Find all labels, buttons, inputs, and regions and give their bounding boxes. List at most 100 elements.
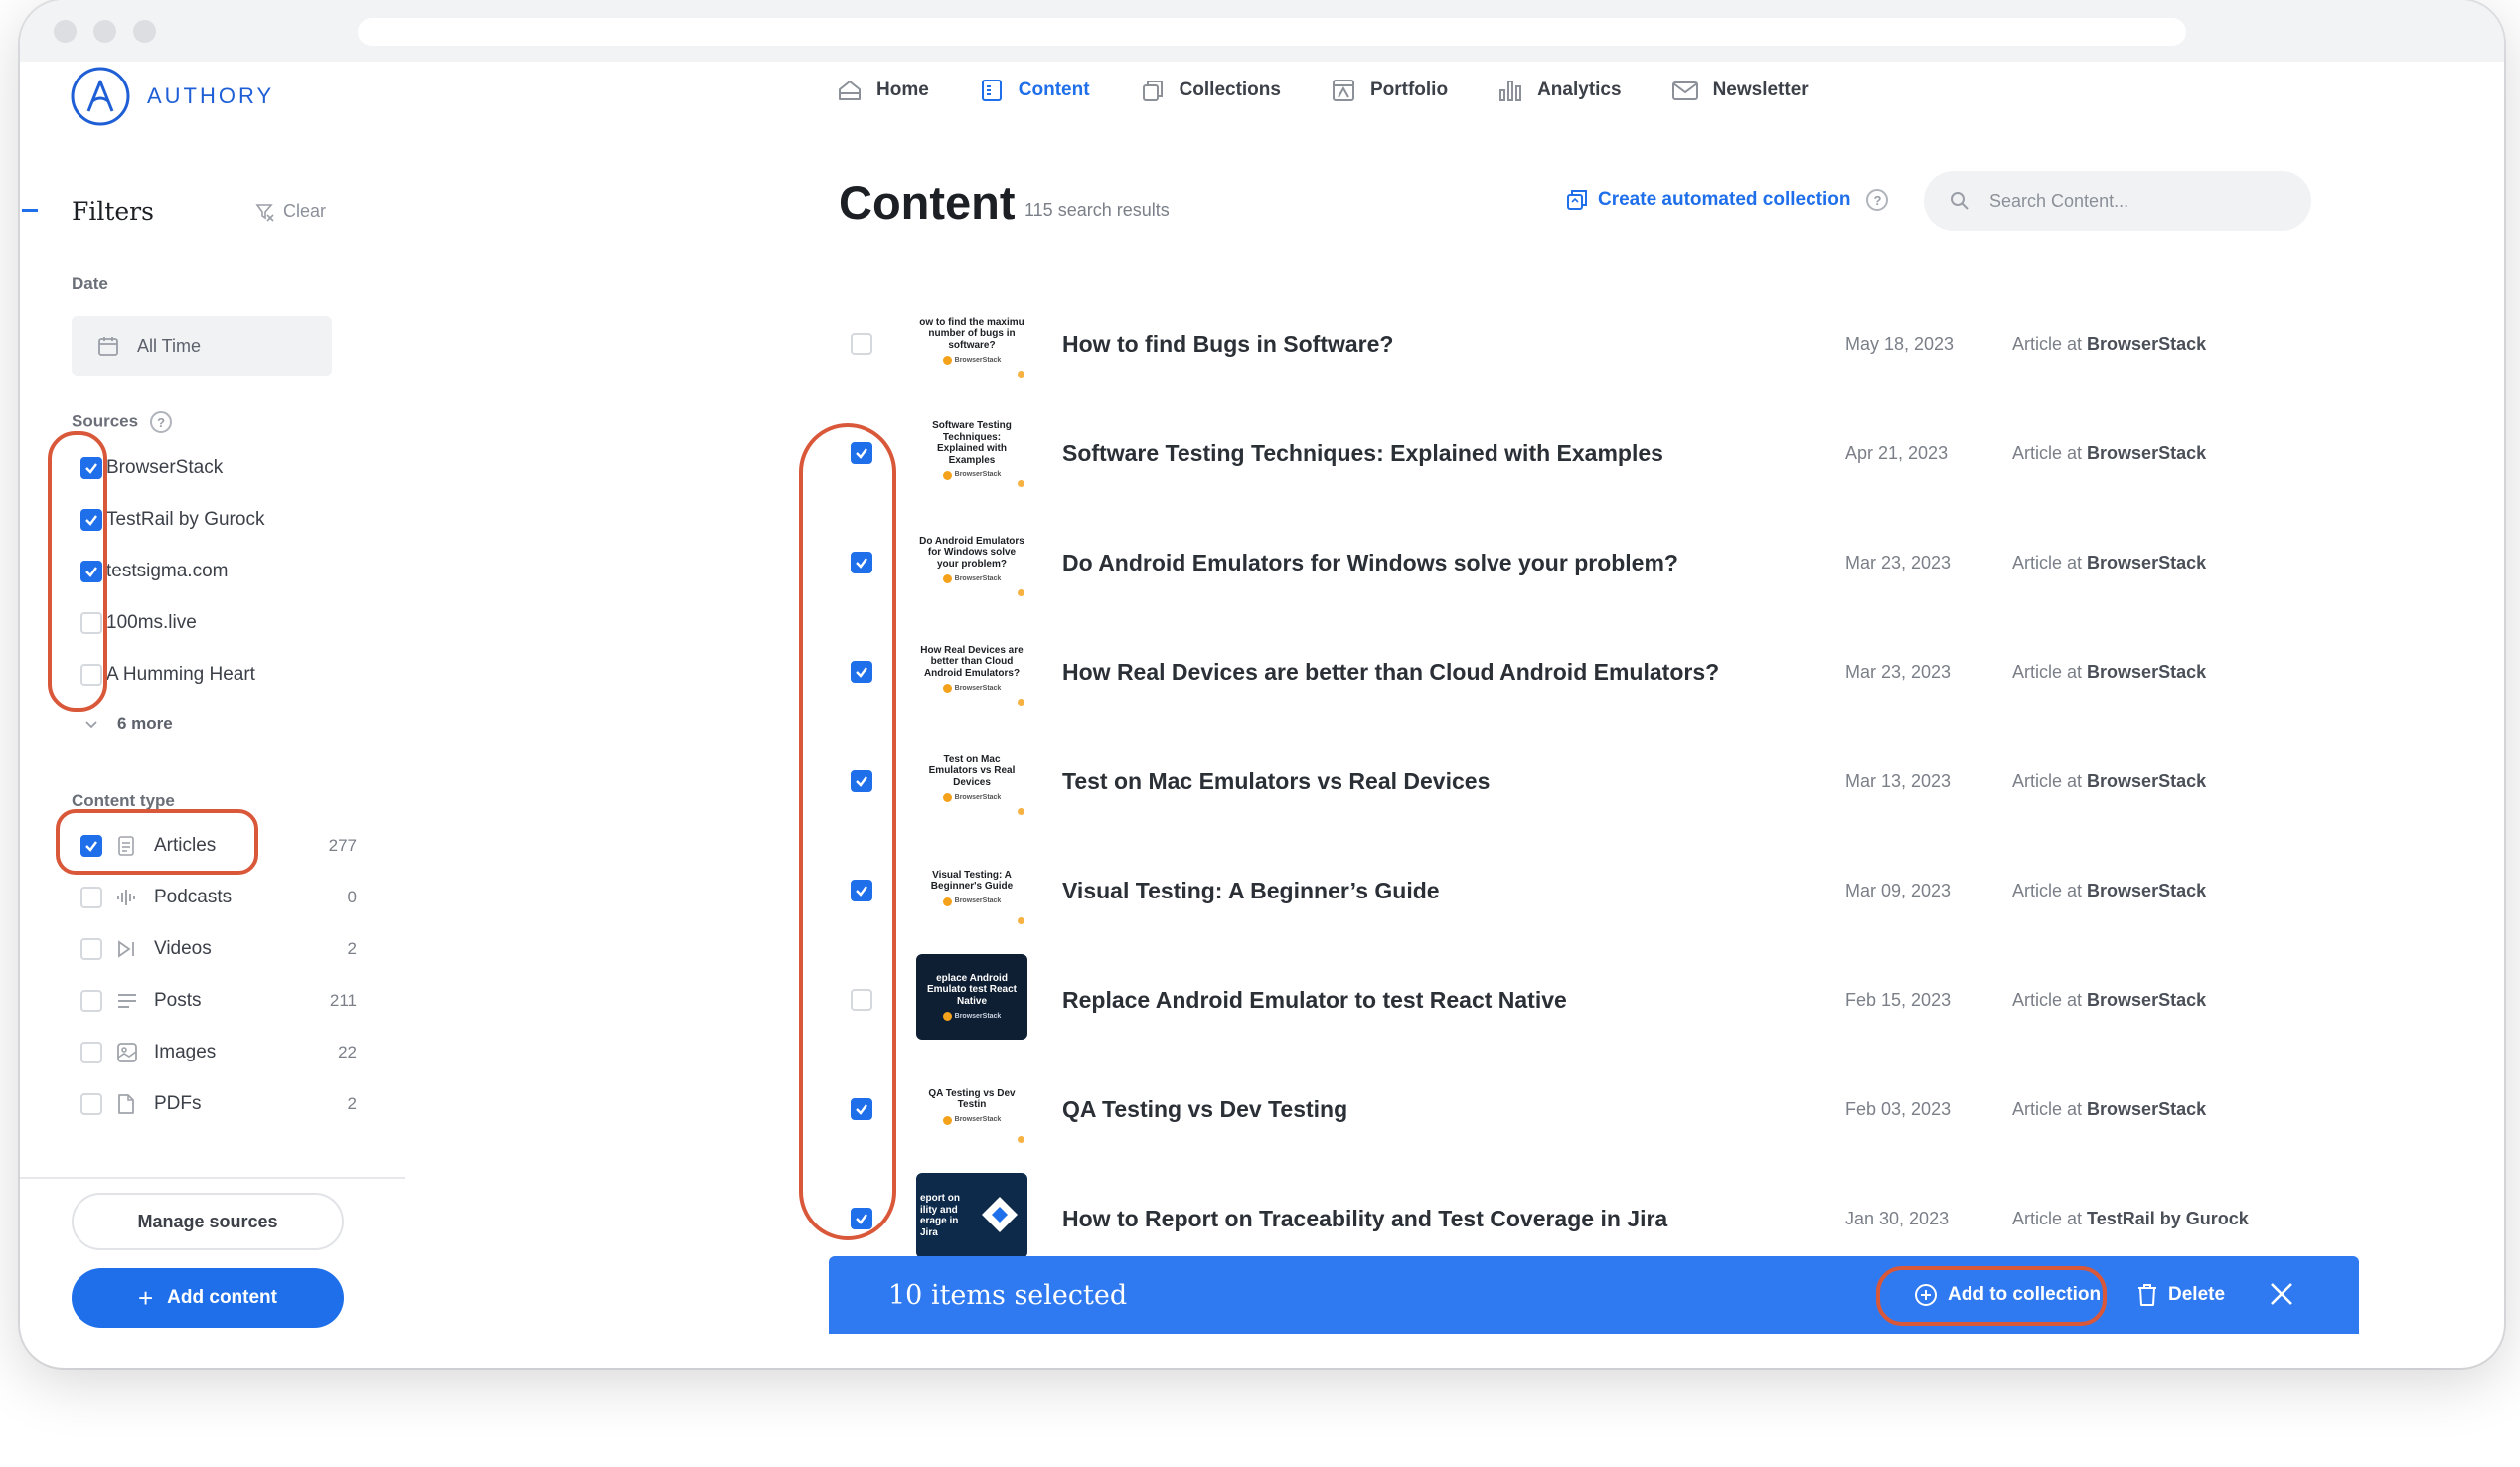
article-title[interactable]: Visual Testing: A Beginner’s Guide	[1062, 878, 1440, 904]
article-thumbnail[interactable]: How Real Devices are better than Cloud A…	[916, 626, 1027, 712]
content-type-pdfs[interactable]: PDFs 2	[80, 1093, 357, 1115]
source-option-100ms[interactable]: 100ms.live	[80, 612, 197, 634]
article-type-prefix: Article at	[2012, 442, 2083, 463]
add-content-button[interactable]: + Add content	[72, 1268, 344, 1328]
article-date: Mar 09, 2023	[1845, 880, 1952, 900]
sidebar-collapse-marker[interactable]	[22, 209, 38, 212]
article-thumbnail[interactable]: eport on ility and erage in Jira	[916, 1173, 1027, 1258]
content-type-videos[interactable]: Videos 2	[80, 938, 357, 960]
article-thumbnail[interactable]: Test on Mac Emulators vs Real Devices Bro…	[916, 735, 1027, 821]
content-type-checkbox[interactable]	[80, 887, 102, 908]
article-title[interactable]: Software Testing Techniques: Explained w…	[1062, 440, 1663, 467]
row-checkbox[interactable]	[851, 770, 872, 792]
row-checkbox[interactable]	[851, 989, 872, 1011]
content-type-podcasts[interactable]: Podcasts 0	[80, 887, 357, 908]
source-checkbox[interactable]	[80, 509, 102, 531]
content-row[interactable]: Software Testing Techniques: Explained w…	[851, 406, 2341, 501]
window-close-dot[interactable]	[54, 20, 77, 43]
row-checkbox[interactable]	[851, 661, 872, 683]
content-type-count: 0	[347, 888, 357, 906]
address-bar[interactable]	[358, 18, 2186, 46]
article-thumbnail[interactable]: Software Testing Techniques: Explained w…	[916, 408, 1027, 493]
content-row[interactable]: How Real Devices are better than Cloud A…	[851, 624, 2341, 720]
content-type-checkbox[interactable]	[80, 990, 102, 1012]
content-row[interactable]: ow to find the maximu number of bugs in …	[851, 296, 2341, 392]
article-thumbnail[interactable]: Visual Testing: A Beginner's Guide Browse…	[916, 845, 1027, 930]
article-title[interactable]: How to find Bugs in Software?	[1062, 331, 1393, 358]
article-title[interactable]: QA Testing vs Dev Testing	[1062, 1096, 1347, 1123]
row-checkbox[interactable]	[851, 880, 872, 901]
article-date: Mar 23, 2023	[1845, 552, 1952, 572]
article-title[interactable]: How to Report on Traceability and Test C…	[1062, 1206, 1667, 1232]
thumbnail-brand: BrowserStack	[943, 1116, 1002, 1125]
clear-filters-button[interactable]: Clear	[255, 201, 326, 222]
source-option-testsigma[interactable]: testsigma.com	[80, 561, 228, 582]
row-checkbox[interactable]	[851, 442, 872, 464]
nav-portfolio[interactable]: Portfolio	[1331, 78, 1448, 103]
content-type-checkbox[interactable]	[80, 835, 102, 857]
help-icon[interactable]: ?	[150, 411, 173, 433]
thumbnail-text: Visual Testing: A Beginner's Guide	[930, 869, 1014, 893]
source-checkbox[interactable]	[80, 561, 102, 582]
article-source: Article at BrowserStack	[2012, 443, 2206, 464]
source-checkbox[interactable]	[80, 612, 102, 634]
date-filter-select[interactable]: All Time	[72, 316, 332, 376]
show-more-sources-button[interactable]: 6 more	[83, 714, 173, 734]
manage-sources-button[interactable]: Manage sources	[72, 1193, 344, 1250]
sources-section-label: Sources?	[72, 411, 173, 433]
article-thumbnail[interactable]: QA Testing vs Dev Testin BrowserStack	[916, 1063, 1027, 1149]
content-row[interactable]: QA Testing vs Dev Testin BrowserStack QA …	[851, 1061, 2341, 1157]
thumbnail-brand: BrowserStack	[943, 793, 1002, 802]
article-title[interactable]: How Real Devices are better than Cloud A…	[1062, 659, 1719, 686]
source-checkbox[interactable]	[80, 664, 102, 686]
content-type-label: Articles	[154, 835, 217, 856]
content-type-checkbox[interactable]	[80, 1042, 102, 1063]
thumbnail-brand: BrowserStack	[943, 684, 1002, 693]
row-checkbox[interactable]	[851, 333, 872, 355]
content-type-checkbox[interactable]	[80, 938, 102, 960]
content-type-checkbox[interactable]	[80, 1093, 102, 1115]
search-input[interactable]	[1989, 190, 2268, 212]
article-source: Article at BrowserStack	[2012, 881, 2206, 901]
thumbnail-brand: BrowserStack	[943, 897, 1002, 906]
content-type-articles[interactable]: Articles 277	[80, 835, 357, 857]
article-thumbnail[interactable]: eplace Android Emulato test React Native…	[916, 954, 1027, 1040]
content-row[interactable]: Visual Testing: A Beginner's Guide Browse…	[851, 843, 2341, 938]
content-row[interactable]: Test on Mac Emulators vs Real Devices Bro…	[851, 734, 2341, 829]
content-type-images[interactable]: Images 22	[80, 1042, 357, 1063]
nav-content[interactable]: Content	[979, 78, 1090, 103]
article-title[interactable]: Do Android Emulators for Windows solve y…	[1062, 550, 1678, 576]
content-row[interactable]: eport on ility and erage in Jira How to …	[851, 1171, 2341, 1266]
nav-home[interactable]: Home	[837, 78, 929, 103]
nav-analytics[interactable]: Analytics	[1497, 78, 1622, 103]
article-title[interactable]: Test on Mac Emulators vs Real Devices	[1062, 768, 1490, 795]
source-option-testrail[interactable]: TestRail by Gurock	[80, 509, 264, 531]
browser-window: AUTHORY Home Content Collections Portfol…	[20, 0, 2504, 1368]
article-thumbnail[interactable]: Do Android Emulators for Windows solve y…	[916, 517, 1027, 602]
source-option-humming-heart[interactable]: A Humming Heart	[80, 664, 255, 686]
create-automated-collection-link[interactable]: Create automated collection ?	[1566, 189, 1889, 211]
question-help-icon[interactable]: ?	[1866, 189, 1889, 211]
delete-button[interactable]: Delete	[2136, 1283, 2225, 1307]
nav-collections[interactable]: Collections	[1140, 78, 1281, 103]
window-maximize-dot[interactable]	[133, 20, 156, 43]
article-title[interactable]: Replace Android Emulator to test React N…	[1062, 987, 1567, 1014]
app-logo[interactable]: AUTHORY	[70, 66, 274, 127]
image-icon	[116, 1042, 142, 1063]
thumbnail-text: eplace Android Emulato test React Native	[926, 972, 1018, 1007]
content-row[interactable]: Do Android Emulators for Windows solve y…	[851, 515, 2341, 610]
close-icon[interactable]	[2268, 1280, 2295, 1308]
content-row[interactable]: eplace Android Emulato test React Native…	[851, 952, 2341, 1048]
nav-newsletter[interactable]: Newsletter	[1671, 78, 1809, 103]
add-to-collection-button[interactable]: Add to collection	[1914, 1283, 2101, 1307]
row-checkbox[interactable]	[851, 1208, 872, 1229]
source-option-browserstack[interactable]: BrowserStack	[80, 457, 223, 479]
row-checkbox[interactable]	[851, 552, 872, 573]
row-checkbox[interactable]	[851, 1098, 872, 1120]
content-type-label: Posts	[154, 990, 202, 1011]
window-minimize-dot[interactable]	[93, 20, 116, 43]
article-date: Jan 30, 2023	[1845, 1208, 1950, 1228]
content-type-posts[interactable]: Posts 211	[80, 990, 357, 1012]
source-checkbox[interactable]	[80, 457, 102, 479]
article-thumbnail[interactable]: ow to find the maximu number of bugs in …	[916, 298, 1027, 384]
